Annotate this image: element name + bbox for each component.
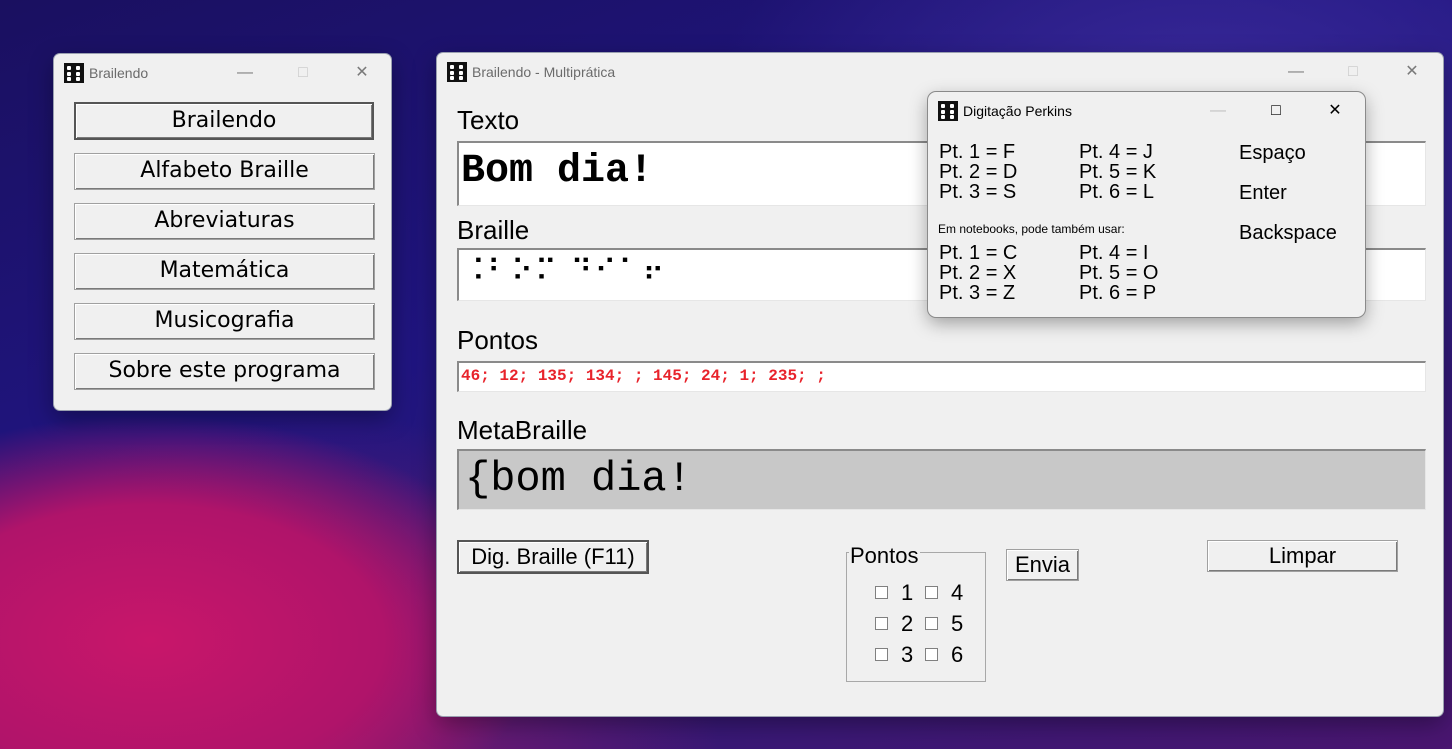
checkbox-5[interactable] (925, 617, 938, 630)
limpar-button[interactable]: Limpar (1207, 540, 1398, 572)
perkins-alt-col1-2: Pt. 2 = X (939, 262, 1017, 284)
menu-window-title: Brailendo (89, 65, 149, 81)
metabraille-field[interactable]: {bom dia! (457, 449, 1426, 510)
envia-button[interactable]: Envia (1006, 549, 1079, 581)
main-titlebar[interactable]: Brailendo - Multiprática — □ ✕ (437, 53, 1443, 91)
checkbox-3[interactable] (875, 648, 888, 661)
main-window-title: Brailendo - Multiprática (472, 64, 616, 80)
braille-app-icon (64, 63, 84, 83)
limpar-label: Limpar (1268, 543, 1337, 568)
perkins-col1-3: Pt. 3 = S (939, 181, 1017, 203)
checkbox-4-label: 4 (951, 580, 964, 605)
checkbox-5-label: 5 (951, 611, 964, 636)
minimize-icon[interactable]: — (1195, 98, 1241, 124)
close-icon[interactable]: ✕ (1389, 59, 1435, 85)
minimize-icon[interactable]: — (222, 60, 268, 86)
perkins-col2-3: Pt. 6 = L (1079, 181, 1155, 203)
perkins-col2-1: Pt. 4 = J (1079, 141, 1153, 163)
perkins-col1-2: Pt. 2 = D (939, 161, 1018, 183)
checkbox-6[interactable] (925, 648, 938, 661)
menu-window: Brailendo — □ ✕ Brailendo Alfabeto Brail… (54, 54, 391, 410)
pontos-label: Pontos (457, 325, 538, 355)
checkbox-6-label: 6 (951, 642, 964, 667)
dig-braille-button[interactable]: Dig. Braille (F11) (457, 540, 649, 574)
checkbox-1[interactable] (875, 586, 888, 599)
perkins-col1-1: Pt. 1 = F (939, 141, 1016, 163)
maximize-icon[interactable]: □ (1330, 59, 1376, 85)
close-icon[interactable]: ✕ (339, 60, 385, 86)
perkins-alt-col2-1: Pt. 4 = I (1079, 242, 1149, 264)
group-title: Pontos (849, 543, 920, 569)
brailendo-button[interactable]: Brailendo (74, 102, 374, 140)
envia-label: Envia (1014, 552, 1071, 577)
perkins-alt-col1-3: Pt. 3 = Z (939, 282, 1016, 304)
perkins-window-title: Digitação Perkins (963, 103, 1072, 119)
close-icon[interactable]: ✕ (1312, 98, 1358, 124)
perkins-key-espaco: Espaço (1239, 142, 1306, 164)
perkins-note: Em notebooks, pode também usar: (938, 222, 1125, 236)
sobre-button[interactable]: Sobre este programa (74, 353, 375, 390)
maximize-icon[interactable]: □ (1253, 98, 1299, 124)
perkins-titlebar[interactable]: Digitação Perkins — □ ✕ (928, 92, 1365, 130)
texto-label: Texto (457, 105, 520, 135)
metabraille-value: {bom dia! (465, 455, 692, 503)
checkbox-1-label: 1 (901, 580, 914, 605)
perkins-key-backspace: Backspace (1239, 222, 1337, 244)
dig-braille-label: Dig. Braille (F11) (471, 544, 635, 569)
perkins-col2-2: Pt. 5 = K (1079, 161, 1157, 183)
braille-label: Braille (457, 215, 530, 245)
minimize-icon[interactable]: — (1273, 59, 1319, 85)
checkbox-2-label: 2 (901, 611, 914, 636)
alfabeto-braille-button[interactable]: Alfabeto Braille (74, 153, 375, 190)
perkins-alt-col2-2: Pt. 5 = O (1079, 262, 1159, 284)
abreviaturas-button[interactable]: Abreviaturas (74, 203, 375, 240)
maximize-icon[interactable]: □ (280, 60, 326, 86)
pontos-value: 46; 12; 135; 134; ; 145; 24; 1; 235; ; (461, 367, 826, 385)
metabraille-label: MetaBraille (457, 415, 588, 445)
braille-app-icon (447, 62, 467, 82)
musicografia-button[interactable]: Musicografia (74, 303, 375, 340)
checkbox-4[interactable] (925, 586, 938, 599)
perkins-alt-col2-3: Pt. 6 = P (1079, 282, 1157, 304)
texto-value: Bom dia! (461, 149, 654, 194)
pontos-groupbox: Pontos 1 4 2 5 3 6 (846, 543, 986, 682)
braille-value: ⠨⠃⠕⠍ ⠙⠊⠁⠖ (463, 254, 667, 289)
checkbox-3-label: 3 (901, 642, 914, 667)
perkins-window: Digitação Perkins — □ ✕ Pt. 1 = F Pt. 2 … (928, 92, 1365, 317)
checkbox-2[interactable] (875, 617, 888, 630)
braille-app-icon (938, 101, 958, 121)
perkins-alt-col1-1: Pt. 1 = C (939, 242, 1018, 264)
menu-titlebar[interactable]: Brailendo — □ ✕ (54, 54, 391, 92)
perkins-key-enter: Enter (1239, 182, 1287, 204)
pontos-field[interactable]: 46; 12; 135; 134; ; 145; 24; 1; 235; ; (457, 361, 1426, 392)
matematica-button[interactable]: Matemática (74, 253, 375, 290)
